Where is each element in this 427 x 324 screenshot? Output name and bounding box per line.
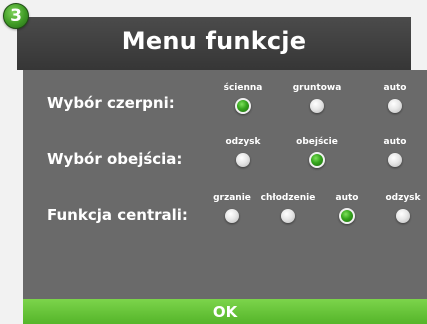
header-bar: Menu funkcje <box>17 17 411 70</box>
option-label: auto <box>383 83 407 93</box>
radio-button-selected[interactable] <box>309 152 325 168</box>
radio-button[interactable] <box>281 209 295 223</box>
page-title: Menu funkcje <box>121 27 307 55</box>
row-label-air-intake: Wybór czerpni: <box>47 94 175 112</box>
ok-button[interactable]: OK <box>23 299 427 324</box>
option-odzysk[interactable]: odzysk <box>208 136 278 167</box>
option-label: odzysk <box>225 137 261 147</box>
settings-panel: Wybór czerpni: ścienna gruntowa auto Wyb… <box>23 70 427 299</box>
radio-button[interactable] <box>396 209 410 223</box>
step-number-badge: 3 <box>3 3 29 29</box>
option-scienna[interactable]: ścienna <box>208 82 278 114</box>
option-label: gruntowa <box>292 83 342 93</box>
radio-button[interactable] <box>225 209 239 223</box>
option-auto[interactable]: auto <box>360 82 427 113</box>
option-odzysk[interactable]: odzysk <box>368 192 427 223</box>
row-label-unit-function: Funkcja centrali: <box>47 206 188 224</box>
radio-button[interactable] <box>388 153 402 167</box>
option-obejscie[interactable]: obejście <box>282 136 352 168</box>
radio-button-selected[interactable] <box>339 208 355 224</box>
radio-button-selected[interactable] <box>235 98 251 114</box>
option-label: odzysk <box>385 193 421 203</box>
option-label: obejście <box>296 137 338 147</box>
radio-button[interactable] <box>236 153 250 167</box>
radio-button[interactable] <box>310 99 324 113</box>
option-auto[interactable]: auto <box>360 136 427 167</box>
row-label-bypass: Wybór obejścia: <box>47 150 183 168</box>
radio-button[interactable] <box>388 99 402 113</box>
option-gruntowa[interactable]: gruntowa <box>282 82 352 113</box>
option-label: auto <box>383 137 407 147</box>
ok-button-label: OK <box>212 303 238 321</box>
option-label: ścienna <box>223 83 263 93</box>
